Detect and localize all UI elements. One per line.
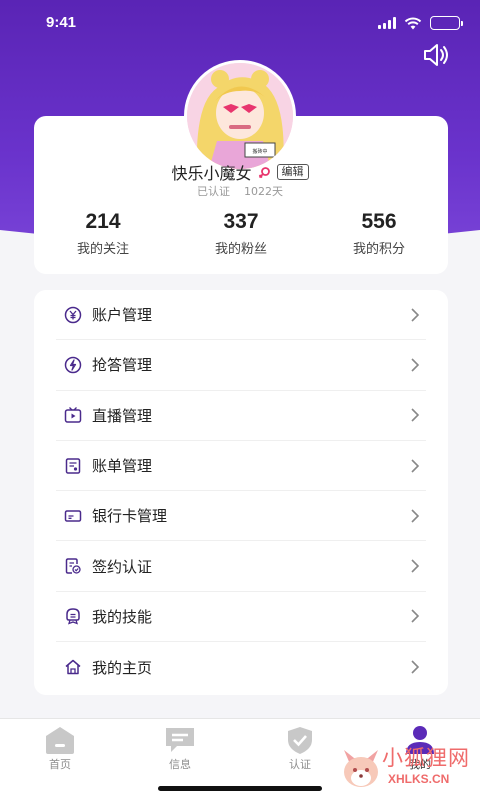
chevron-right-icon xyxy=(411,358,420,372)
yuan-coin-icon xyxy=(64,306,82,323)
tab-label: 首页 xyxy=(49,758,71,771)
menu-item-label: 账户管理 xyxy=(92,306,153,325)
skill-badge-icon xyxy=(66,608,80,625)
menu-item-label: 我的技能 xyxy=(92,607,153,626)
menu-item-label: 账单管理 xyxy=(92,457,153,476)
tv-play-icon xyxy=(64,407,82,423)
chevron-right-icon xyxy=(411,408,420,422)
contract-check-icon xyxy=(65,558,81,574)
tab-label: 认证 xyxy=(289,758,311,771)
bill-icon xyxy=(65,457,81,474)
stat-value: 337 xyxy=(223,210,259,233)
fox-logo-icon xyxy=(344,750,378,787)
watermark: 小狐狸网 XHLKS.CN xyxy=(338,738,476,794)
menu-item-label: 抢答管理 xyxy=(92,356,153,375)
battery-icon xyxy=(430,16,463,30)
cellular-signal-icon xyxy=(378,17,396,29)
menu-item-label: 银行卡管理 xyxy=(92,507,168,526)
stat-followers[interactable]: 337 我的粉丝 xyxy=(172,210,310,257)
menu-item-bill[interactable]: 账单管理 xyxy=(56,441,426,492)
menu-item-label: 直播管理 xyxy=(92,406,153,425)
chevron-right-icon xyxy=(411,559,420,573)
profile-stats: 214 我的关注 337 我的粉丝 556 我的积分 xyxy=(34,210,448,257)
menu-item-live[interactable]: 直播管理 xyxy=(56,391,426,441)
menu-item-contract[interactable]: 签约认证 xyxy=(56,541,426,592)
stat-label: 我的积分 xyxy=(352,242,405,257)
watermark-text: 小狐狸网 xyxy=(382,746,470,770)
tab-home[interactable]: 首页 xyxy=(0,719,120,800)
chevron-right-icon xyxy=(411,458,420,473)
home-indicator xyxy=(158,786,322,791)
profile-name-row: 快乐小魔女 编辑 xyxy=(0,160,480,184)
status-bar: 9:41 xyxy=(0,0,480,46)
chevron-right-icon xyxy=(411,609,420,623)
svg-text:搬砖中: 搬砖中 xyxy=(252,148,267,155)
menu-item-quiz[interactable]: 抢答管理 xyxy=(56,340,426,391)
profile-meta: 已认证 1022天 xyxy=(0,183,480,199)
chevron-right-icon xyxy=(411,660,420,674)
profile-name: 快乐小魔女 xyxy=(171,164,252,183)
menu-item-label: 我的主页 xyxy=(92,658,153,677)
stat-following[interactable]: 214 我的关注 xyxy=(34,210,172,257)
avatar[interactable]: 搬砖中 xyxy=(184,60,296,172)
stat-label: 我的关注 xyxy=(76,242,129,257)
menu-item-homepage[interactable]: 我的主页 xyxy=(56,642,426,692)
status-time: 9:41 xyxy=(46,14,77,31)
house-icon xyxy=(65,659,81,675)
home-icon xyxy=(46,727,74,754)
chevron-right-icon xyxy=(411,509,420,523)
edit-profile-button[interactable]: 编辑 xyxy=(276,164,309,180)
menu-item-skills[interactable]: 我的技能 xyxy=(56,592,426,643)
female-gender-icon xyxy=(258,166,270,178)
wifi-icon xyxy=(404,17,422,29)
message-icon xyxy=(166,728,194,752)
bank-card-icon xyxy=(64,510,82,522)
menu-item-account[interactable]: 账户管理 xyxy=(56,290,426,341)
speaker-icon[interactable] xyxy=(422,42,450,68)
stat-value: 556 xyxy=(361,210,397,233)
member-days: 1022天 xyxy=(244,185,283,198)
tab-label: 信息 xyxy=(169,758,191,771)
menu-item-label: 签约认证 xyxy=(92,557,153,576)
stat-points[interactable]: 556 我的积分 xyxy=(310,210,448,257)
chevron-right-icon xyxy=(411,308,420,322)
stat-value: 214 xyxy=(85,210,121,233)
watermark-url: XHLKS.CN xyxy=(388,772,450,786)
shield-check-icon xyxy=(288,727,312,754)
settings-menu: 账户管理 抢答管理 直播管理 账单管理 银行卡管理 签约认证 我的技能 我的主页 xyxy=(34,290,448,695)
stat-label: 我的粉丝 xyxy=(214,242,267,257)
verified-status: 已认证 xyxy=(197,185,230,198)
status-icons xyxy=(378,14,463,32)
menu-item-bank-card[interactable]: 银行卡管理 xyxy=(56,491,426,542)
lightning-icon xyxy=(64,356,82,374)
